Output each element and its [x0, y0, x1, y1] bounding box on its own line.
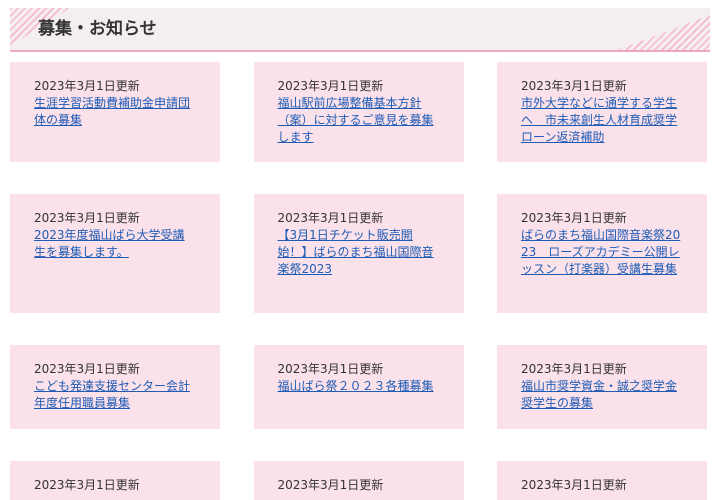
page: 募集・お知らせ 2023年3月1日更新 生涯学習活動費補助金申請団体の募集 20…	[0, 0, 725, 500]
news-date: 2023年3月1日更新	[277, 478, 384, 492]
news-date: 2023年3月1日更新	[521, 478, 627, 492]
news-date: 2023年3月1日更新	[521, 79, 627, 93]
news-card: 2023年3月1日更新 2023年度福山ばら大学受講生を募集します。	[10, 194, 220, 313]
news-card: 2023年3月1日更新 福山駅前広場整備基本方針（案）に対するご意見を募集します	[253, 62, 464, 162]
header-stripes-right	[618, 15, 710, 50]
news-date: 2023年3月1日更新	[277, 79, 384, 93]
news-link[interactable]: 市外大学などに通学する学生へ 市未来創生人材育成奨学ローン返済補助	[521, 96, 677, 144]
news-card: 2023年3月1日更新 こども発達支援センター会計年度任用職員募集	[10, 345, 220, 429]
news-card: 2023年3月1日更新	[497, 461, 707, 500]
news-link[interactable]: 福山ばら祭２０２３各種募集	[278, 379, 434, 393]
news-date: 2023年3月1日更新	[34, 478, 140, 492]
news-card: 2023年3月1日更新 生涯学習活動費補助金申請団体の募集	[10, 62, 220, 162]
section-header: 募集・お知らせ	[10, 8, 710, 52]
news-card: 2023年3月1日更新 ばらのまち福山国際音楽祭2023 ローズアカデミー公開レ…	[497, 194, 707, 313]
news-card: 2023年3月1日更新 【3月1日チケット販売開始！】ばらのまち福山国際音楽祭2…	[253, 194, 464, 313]
news-link[interactable]: 福山駅前広場整備基本方針（案）に対するご意見を募集します	[278, 96, 434, 144]
news-link[interactable]: 2023年度福山ばら大学受講生を募集します。	[34, 228, 185, 259]
news-link[interactable]: 福山市奨学資金・誠之奨学金奨学生の募集	[521, 379, 677, 410]
news-link[interactable]: 生涯学習活動費補助金申請団体の募集	[34, 96, 190, 127]
news-date: 2023年3月1日更新	[34, 79, 140, 93]
news-date: 2023年3月1日更新	[34, 211, 140, 225]
news-date: 2023年3月1日更新	[34, 362, 140, 376]
news-card: 2023年3月1日更新 市外大学などに通学する学生へ 市未来創生人材育成奨学ロー…	[497, 62, 707, 162]
news-card: 2023年3月1日更新	[10, 461, 220, 500]
news-date: 2023年3月1日更新	[277, 362, 384, 376]
section-title: 募集・お知らせ	[38, 19, 157, 39]
news-link[interactable]: こども発達支援センター会計年度任用職員募集	[34, 379, 190, 410]
news-card: 2023年3月1日更新 福山市奨学資金・誠之奨学金奨学生の募集	[497, 345, 707, 429]
news-date: 2023年3月1日更新	[521, 362, 627, 376]
news-link[interactable]: ばらのまち福山国際音楽祭2023 ローズアカデミー公開レッスン（打楽器）受講生募…	[521, 228, 680, 276]
news-date: 2023年3月1日更新	[521, 211, 627, 225]
news-grid: 2023年3月1日更新 生涯学習活動費補助金申請団体の募集 2023年3月1日更…	[10, 62, 707, 500]
news-date: 2023年3月1日更新	[277, 211, 384, 225]
news-card: 2023年3月1日更新 福山ばら祭２０２３各種募集	[253, 345, 464, 429]
news-link[interactable]: 【3月1日チケット販売開始！】ばらのまち福山国際音楽祭2023	[278, 228, 434, 276]
news-card: 2023年3月1日更新	[253, 461, 464, 500]
